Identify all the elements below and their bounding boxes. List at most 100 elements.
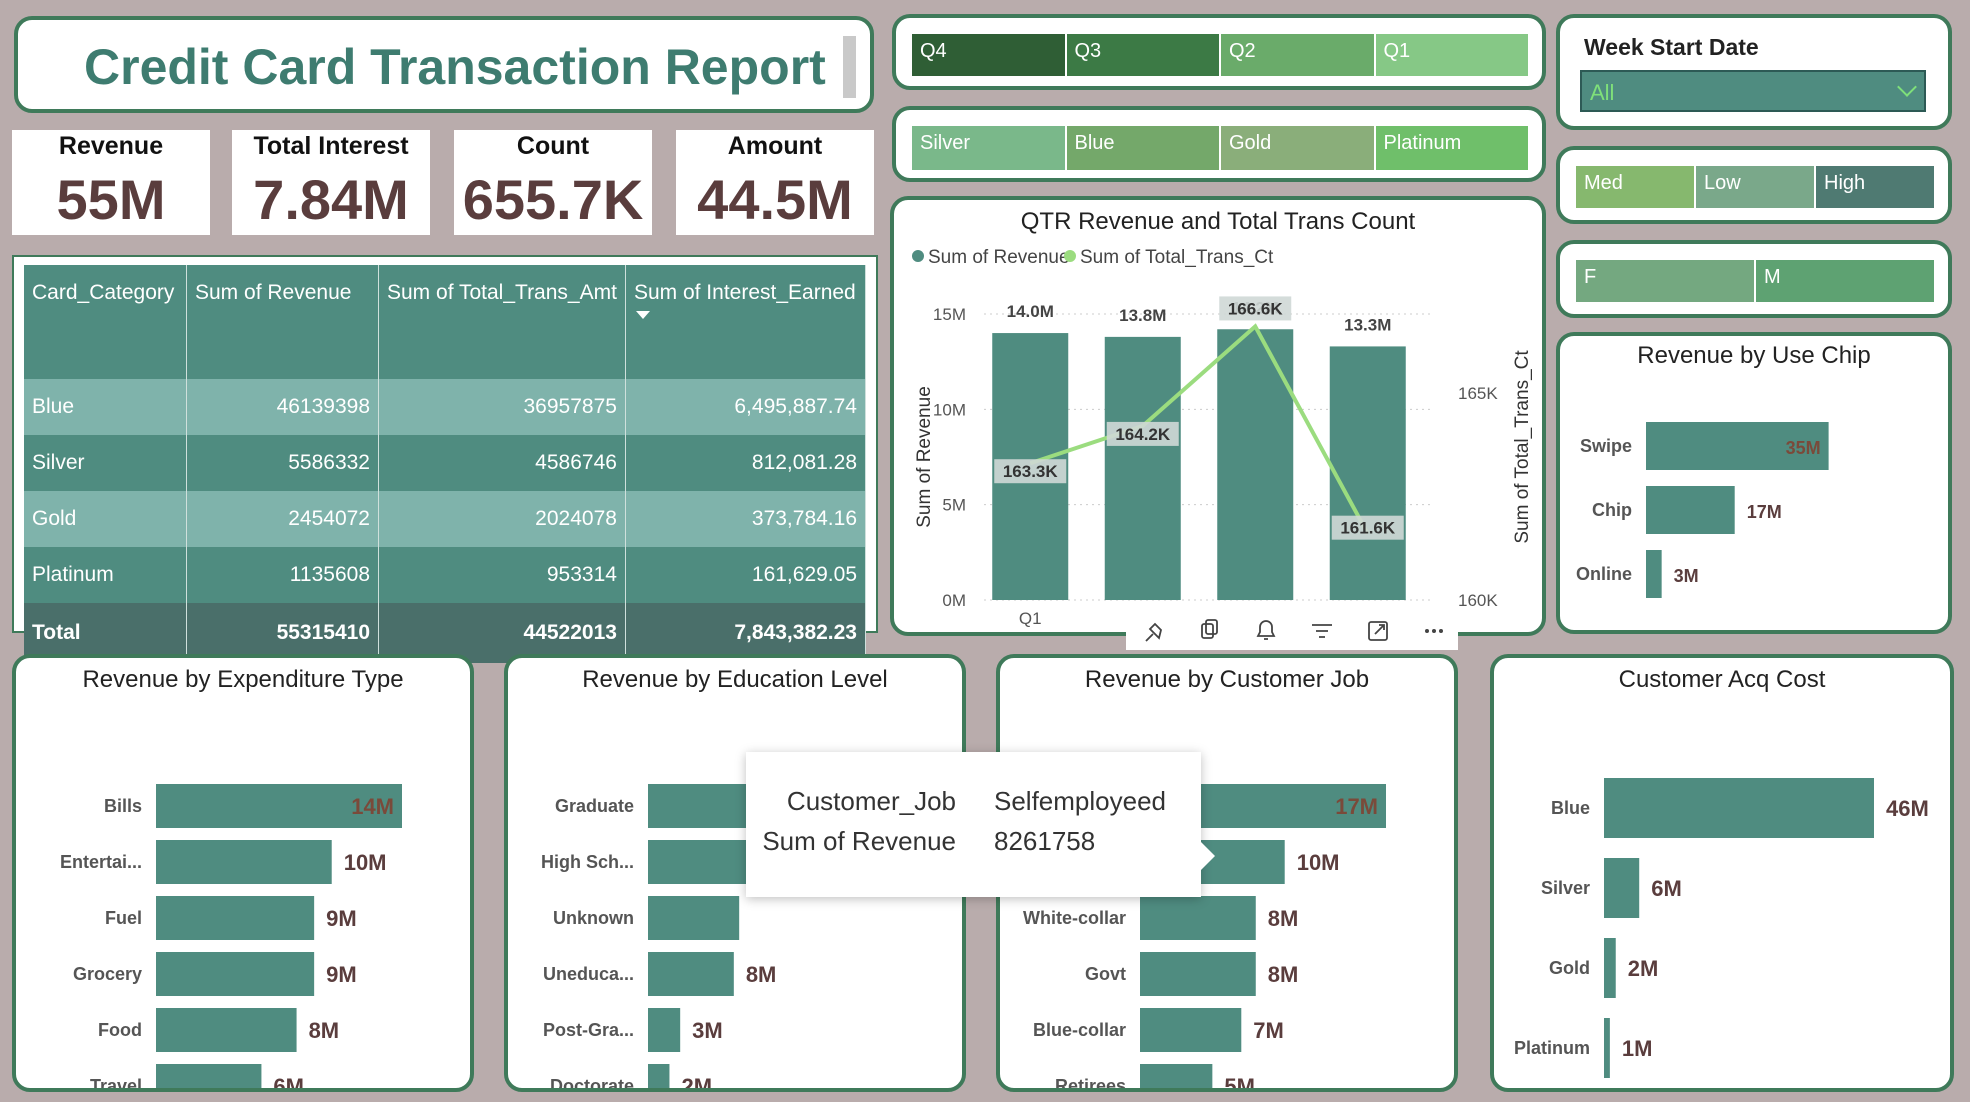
column-header[interactable]: Sum of Revenue: [186, 265, 379, 379]
bar[interactable]: [648, 1064, 670, 1088]
table-row[interactable]: Blue 46139398 36957875 6,495,887.74: [24, 379, 867, 435]
tooltip-value: Selfemployeed: [994, 786, 1166, 816]
bar[interactable]: [648, 896, 740, 940]
y-axis-title: Sum of Revenue: [914, 386, 935, 528]
revenue-by-use-chip-chart[interactable]: Revenue by Use Chip Swipe 35M Chip 17M Onlin…: [1556, 332, 1952, 634]
table-row[interactable]: Platinum 1135608 953314 161,629.05: [24, 547, 867, 603]
slicer-button-high[interactable]: High: [1816, 166, 1936, 208]
bar[interactable]: [156, 1064, 262, 1088]
bar[interactable]: [1140, 952, 1256, 996]
qtr-revenue-trans-count-chart[interactable]: QTR Revenue and Total Trans Count Sum of…: [890, 196, 1546, 636]
visual-header-icons: [1145, 619, 1443, 642]
copy-icon[interactable]: [1201, 619, 1218, 639]
more-options-icon[interactable]: [1425, 629, 1443, 633]
table-cell: 36957875: [378, 379, 626, 435]
line-series[interactable]: [1029, 323, 1370, 535]
table-cell: Platinum: [24, 547, 187, 603]
slicer-button-silver[interactable]: Silver: [912, 126, 1067, 170]
column-header[interactable]: Sum of Total_Trans_Amt: [378, 265, 626, 379]
bar[interactable]: [648, 952, 734, 996]
bar-data-label: 6M: [1651, 876, 1682, 901]
filter-icon[interactable]: [1312, 624, 1332, 638]
table-row[interactable]: Silver 5586332 4586746 812,081.28: [24, 435, 867, 491]
kpi-revenue-card: Revenue 55M: [12, 130, 210, 235]
bar[interactable]: [156, 1008, 297, 1052]
sort-descending-icon[interactable]: [635, 311, 650, 319]
slicer-button-blue[interactable]: Blue: [1066, 126, 1221, 170]
bar[interactable]: [1604, 1018, 1610, 1078]
slicer-button-q2[interactable]: Q2: [1221, 34, 1376, 76]
bar[interactable]: [156, 952, 315, 996]
svg-text:161.6K: 161.6K: [1340, 519, 1396, 538]
category-label: Grocery: [73, 964, 142, 984]
bell-icon[interactable]: [1256, 620, 1276, 640]
bar-chart-svg: Blue 46M Silver 6M Gold 2M Platinum 1M: [1514, 778, 1929, 1078]
table-cell: 953314: [378, 547, 626, 603]
category-label: Gold: [1549, 958, 1590, 978]
focus-mode-icon[interactable]: [1368, 621, 1388, 641]
bar[interactable]: [648, 1008, 681, 1052]
card-category-slicer-buttons: Silver Blue Gold Platinum: [912, 126, 1530, 170]
bar[interactable]: [1646, 486, 1735, 534]
chart-title: Revenue by Expenditure Type: [82, 666, 404, 693]
bar[interactable]: [1604, 858, 1640, 918]
bar-data-label: 14.0M: [1007, 302, 1054, 321]
table-cell: 5586332: [186, 435, 379, 491]
slicer-button-q1[interactable]: Q1: [1375, 34, 1530, 76]
slicer-button-gold[interactable]: Gold: [1221, 126, 1376, 170]
slicer-button-f[interactable]: F: [1576, 260, 1756, 302]
bar-data-label: 13.3M: [1344, 315, 1391, 334]
bar[interactable]: [156, 896, 315, 940]
bar[interactable]: [1604, 938, 1616, 998]
slicer-button-platinum[interactable]: Platinum: [1375, 126, 1530, 170]
category-label: Retirees: [1055, 1076, 1126, 1088]
slicer-button-q4[interactable]: Q4: [912, 34, 1067, 76]
category-label: Govt: [1085, 964, 1126, 984]
category-label: Blue-collar: [1033, 1020, 1126, 1040]
bar[interactable]: [1329, 346, 1406, 600]
column-header[interactable]: Sum of Interest_Earned: [625, 265, 867, 379]
quarter-slicer: Q4 Q3 Q2 Q1: [892, 14, 1546, 90]
table-cell: Silver: [24, 435, 187, 491]
bar-chart-svg: Swipe 35M Chip 17M Online 3M: [1576, 422, 1829, 598]
table-cell: Blue: [24, 379, 187, 435]
kpi-label: Revenue: [58, 132, 164, 160]
bar-data-label: 3M: [692, 1018, 723, 1043]
svg-text:166.6K: 166.6K: [1228, 299, 1284, 318]
bar-data-label: 8M: [1268, 906, 1299, 931]
column-header[interactable]: Card_Category: [24, 265, 187, 379]
bar-data-label: 9M: [326, 962, 357, 987]
bar[interactable]: [1646, 550, 1662, 598]
table-cell: 2024078: [378, 491, 626, 547]
kpi-label: Count: [516, 132, 590, 160]
table-row[interactable]: Gold 2454072 2024078 373,784.16: [24, 491, 867, 547]
slicer-button-low[interactable]: Low: [1696, 166, 1816, 208]
bar[interactable]: [1604, 778, 1874, 838]
category-label: High Sch...: [541, 852, 634, 872]
bar[interactable]: [1140, 1064, 1213, 1088]
bar[interactable]: [1140, 896, 1256, 940]
y-tick-label: 15M: [933, 305, 966, 324]
slicer-button-med[interactable]: Med: [1576, 166, 1696, 208]
week-start-date-dropdown[interactable]: All: [1580, 70, 1926, 112]
bar-data-label: 8M: [309, 1018, 340, 1043]
income-group-slicer: Med Low High: [1556, 146, 1952, 224]
bar[interactable]: [1217, 329, 1294, 600]
pin-icon[interactable]: [1145, 622, 1162, 642]
slicer-button-m[interactable]: M: [1756, 260, 1936, 302]
category-label: White-collar: [1023, 908, 1126, 928]
legend-label: Sum of Total_Trans_Ct: [1080, 247, 1274, 268]
title-scrollbar[interactable]: [843, 36, 856, 98]
revenue-by-expenditure-type-chart[interactable]: Revenue by Expenditure Type Bills 14M Ente…: [12, 654, 474, 1092]
line-data-label: 163.3K: [994, 459, 1067, 484]
bar-data-label: 46M: [1886, 796, 1929, 821]
bar[interactable]: [1104, 336, 1181, 600]
kpi-amount-card: Amount 44.5M: [676, 130, 874, 235]
tooltip-key: Sum of Revenue: [762, 826, 956, 856]
customer-acq-cost-chart[interactable]: Customer Acq Cost Blue 46M Silver 6M Gold 2M P…: [1490, 654, 1954, 1092]
chart-title: Revenue by Education Level: [582, 666, 888, 693]
bar[interactable]: [156, 840, 332, 884]
bar[interactable]: [1140, 1008, 1242, 1052]
bar-data-label: 14M: [351, 794, 394, 819]
slicer-button-q3[interactable]: Q3: [1066, 34, 1221, 76]
